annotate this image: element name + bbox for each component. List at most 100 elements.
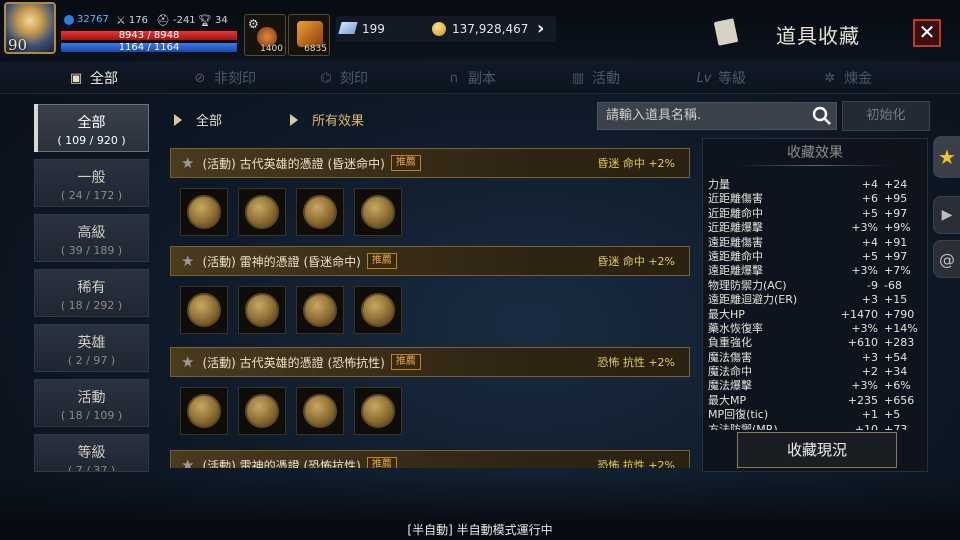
effect-name: 遠距離迴避力(ER): [708, 293, 798, 307]
effect-row: 魔法爆擊 +3% +6%: [708, 379, 924, 393]
effects-list[interactable]: 力量 +4 +24 近距離傷害 +6 +95 近距離命中 +5 +97 近距離爆擊 +3% +9% 遠距…: [708, 178, 924, 430]
effect-value-b: +15: [884, 293, 908, 307]
list-item[interactable]: ★ (活動) 古代英雄的憑證 (昏迷命中) 推薦 昏迷 命中 +2%: [170, 148, 690, 236]
tab-level[interactable]: Lv 等級: [696, 62, 746, 94]
item-slot[interactable]: [296, 188, 344, 236]
entry-header[interactable]: ★ (活動) 古代英雄的憑證 (恐怖抗性) 推薦 恐怖 抗性 +2%: [170, 347, 690, 377]
effect-row: 負重強化 +610 +283: [708, 336, 924, 350]
item-slot[interactable]: [354, 387, 402, 435]
category-advanced[interactable]: 高級 ( 39 / 189 ): [34, 214, 149, 262]
search-icon[interactable]: [812, 106, 832, 126]
effect-value-a: +5: [861, 249, 878, 263]
tab-alchemy[interactable]: ✲ 煉金: [822, 62, 872, 94]
tab-all[interactable]: ▣ 全部: [68, 62, 118, 94]
item-slot[interactable]: [180, 188, 228, 236]
effect-value-b: +6%: [884, 379, 911, 393]
effect-value-b: +95: [884, 192, 908, 206]
effect-name: 魔法爆擊: [708, 379, 752, 393]
entry-header[interactable]: ★ (活動) 古代英雄的憑證 (昏迷命中) 推薦 昏迷 命中 +2%: [170, 148, 690, 178]
search-input[interactable]: 請輸入道具名稱.: [597, 102, 837, 130]
effect-row: 遠距離迴避力(ER) +3 +15: [708, 293, 924, 307]
quick-slot-elixir[interactable]: 6835: [288, 14, 330, 56]
item-slot[interactable]: [238, 188, 286, 236]
play-icon: [290, 113, 298, 126]
gear-icon: ⚙: [248, 17, 259, 31]
coin-icon: [361, 293, 395, 327]
chevron-right-icon[interactable]: ›: [537, 18, 544, 39]
effect-name: 方法防禦(MR): [708, 422, 778, 430]
effect-name: 遠距離爆擊: [708, 264, 763, 278]
favorite-star-icon[interactable]: ★: [181, 154, 194, 172]
favorites-side-button[interactable]: ★: [933, 136, 960, 178]
tab-engrave[interactable]: ⌬ 刻印: [318, 62, 368, 94]
collection-status-button[interactable]: 收藏現況: [737, 432, 897, 468]
coin-icon: [303, 394, 337, 428]
effect-name: 最大HP: [708, 307, 745, 321]
effect-value-a: +4: [861, 235, 878, 249]
gold-count: 137,928,467: [452, 22, 529, 36]
effect-row: 遠距離命中 +5 +97: [708, 250, 924, 264]
effect-filter[interactable]: 所有效果: [290, 110, 364, 129]
effect-row: 遠距離傷害 +4 +91: [708, 236, 924, 250]
item-slot[interactable]: [180, 387, 228, 435]
tab-non-engrave[interactable]: ⊘ 非刻印: [192, 62, 256, 94]
effect-name: 魔法傷害: [708, 350, 752, 364]
category-all[interactable]: 全部 ( 109 / 920 ): [34, 104, 149, 152]
swirl-side-button[interactable]: @: [933, 240, 960, 278]
sword-icon: ⚔: [116, 14, 126, 27]
entry-effect: 昏迷 命中 +2%: [597, 255, 675, 268]
item-slot[interactable]: [354, 286, 402, 334]
list-item[interactable]: ★ (活動) 雷神的憑證 (昏迷命中) 推薦 昏迷 命中 +2%: [170, 246, 690, 334]
entry-effect: 恐怖 抗性 +2%: [597, 356, 675, 369]
list-item[interactable]: ★ (活動) 雷神的憑證 (恐怖抗性) 推薦 恐怖 抗性 +2%: [170, 450, 690, 468]
category-event[interactable]: 活動 ( 18 / 109 ): [34, 379, 149, 427]
quick-slot-potion[interactable]: ⚙ 1400: [244, 14, 286, 56]
effect-value-a: +3%: [851, 264, 878, 278]
effect-row: 力量 +4 +24: [708, 178, 924, 192]
entry-header[interactable]: ★ (活動) 雷神的憑證 (昏迷命中) 推薦 昏迷 命中 +2%: [170, 246, 690, 276]
item-slot[interactable]: [296, 387, 344, 435]
effect-row: 方法防禦(MR) +10 +73: [708, 423, 924, 430]
effect-row: 近距離爆擊 +3% +9%: [708, 221, 924, 235]
effect-row: 遠距離爆擊 +3% +7%: [708, 264, 924, 278]
favorite-star-icon[interactable]: ★: [181, 252, 194, 270]
effect-row: 近距離傷害 +6 +95: [708, 192, 924, 206]
effect-value-a: +1470: [840, 307, 878, 321]
gift-icon: ▥: [571, 70, 585, 86]
effect-value-b: +54: [884, 350, 908, 364]
character-level: 90: [8, 36, 28, 54]
title-divider: [740, 165, 890, 166]
category-hero[interactable]: 英雄 ( 2 / 97 ): [34, 324, 149, 372]
auto-mode-status: [半自動] 半自動模式運行中: [0, 520, 960, 540]
recommended-badge: 推薦: [366, 253, 397, 269]
coin-icon: [245, 195, 279, 229]
favorite-star-icon[interactable]: ★: [181, 353, 194, 371]
tab-dungeon[interactable]: ∩ 副本: [446, 62, 496, 94]
category-rare[interactable]: 稀有 ( 18 / 292 ): [34, 269, 149, 317]
effect-value-a: +3: [861, 350, 878, 364]
reset-button[interactable]: 初始化: [842, 101, 930, 131]
item-slot[interactable]: [296, 286, 344, 334]
effect-value-a: +3%: [851, 221, 878, 235]
tab-event[interactable]: ▥ 活動: [570, 62, 620, 94]
category-normal[interactable]: 一般 ( 24 / 172 ): [34, 159, 149, 207]
effect-name: 最大MP: [708, 393, 747, 407]
item-slot[interactable]: [180, 286, 228, 334]
no-engrave-icon: ⊘: [194, 70, 206, 86]
entry-header[interactable]: ★ (活動) 雷神的憑證 (恐怖抗性) 推薦 恐怖 抗性 +2%: [170, 450, 690, 468]
close-button[interactable]: ✕: [913, 19, 941, 47]
category-level[interactable]: 等級 ( 7 / 37 ): [34, 434, 149, 472]
entry-effect: 恐怖 抗性 +2%: [597, 459, 675, 468]
recommended-badge: 推薦: [366, 457, 397, 468]
effect-value-b: +7%: [884, 264, 911, 278]
list-item[interactable]: ★ (活動) 古代英雄的憑證 (恐怖抗性) 推薦 恐怖 抗性 +2%: [170, 347, 690, 435]
coin-icon: [187, 293, 221, 327]
category-filter[interactable]: 全部: [174, 110, 222, 129]
item-slot[interactable]: [354, 188, 402, 236]
effect-row: 魔法傷害 +3 +54: [708, 351, 924, 365]
collection-list[interactable]: ★ (活動) 古代英雄的憑證 (昏迷命中) 推薦 昏迷 命中 +2% ★ (活動…: [170, 138, 692, 468]
item-slot[interactable]: [238, 286, 286, 334]
favorite-star-icon[interactable]: ★: [181, 456, 194, 468]
play-side-button[interactable]: ▶: [933, 196, 960, 234]
item-slot[interactable]: [238, 387, 286, 435]
